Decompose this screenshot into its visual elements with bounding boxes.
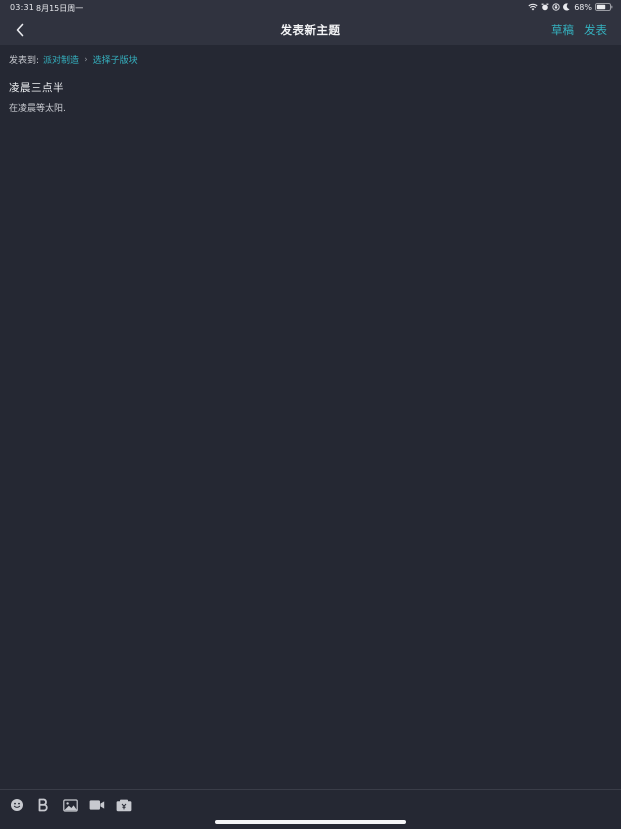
board-prefix: 发表到: bbox=[9, 56, 40, 66]
nav-actions: 草稿 发表 bbox=[551, 22, 607, 38]
nav-bar: 发表新主题 草稿 发表 bbox=[0, 14, 621, 45]
breadcrumb-separator: › bbox=[84, 54, 88, 65]
battery-percent: 68% bbox=[574, 2, 592, 12]
status-time: 03:31 bbox=[10, 3, 35, 12]
sub-forum-selector[interactable]: 选择子版块 bbox=[93, 53, 138, 66]
page-title: 发表新主题 bbox=[280, 23, 341, 37]
forum-link[interactable]: 派对制造 bbox=[43, 53, 79, 66]
moon-icon bbox=[563, 3, 570, 11]
status-bar: 03:31 8月15日周一 68% bbox=[0, 0, 621, 14]
wifi-icon bbox=[528, 3, 538, 11]
post-title-input[interactable]: 凌晨三点半 bbox=[9, 80, 64, 95]
rotation-lock-icon bbox=[552, 3, 560, 11]
status-date: 8月15日周一 bbox=[36, 4, 84, 13]
board-selector: 发表到: 派对制造 › 选择子版块 bbox=[9, 53, 138, 67]
money-icon bbox=[116, 799, 132, 811]
image-button[interactable] bbox=[61, 796, 79, 814]
draft-button[interactable]: 草稿 bbox=[551, 22, 574, 38]
bold-button[interactable] bbox=[34, 796, 52, 814]
money-button[interactable] bbox=[115, 796, 133, 814]
screen: 03:31 8月15日周一 68% 发表新主题 草稿 发表 发表到: 派对制造 … bbox=[0, 0, 621, 829]
bold-icon bbox=[38, 798, 48, 812]
home-indicator[interactable] bbox=[215, 820, 406, 824]
post-body-input[interactable]: 在凌晨等太阳. bbox=[9, 101, 66, 114]
image-icon bbox=[62, 798, 78, 812]
video-button[interactable] bbox=[88, 796, 106, 814]
header: 03:31 8月15日周一 68% 发表新主题 草稿 发表 bbox=[0, 0, 621, 45]
video-icon bbox=[89, 800, 105, 810]
emoji-icon bbox=[11, 799, 23, 811]
publish-button[interactable]: 发表 bbox=[584, 22, 607, 38]
emoji-button[interactable] bbox=[8, 796, 26, 814]
status-icons: 68% bbox=[528, 2, 613, 12]
alarm-icon bbox=[541, 3, 549, 11]
battery-icon bbox=[595, 3, 613, 11]
